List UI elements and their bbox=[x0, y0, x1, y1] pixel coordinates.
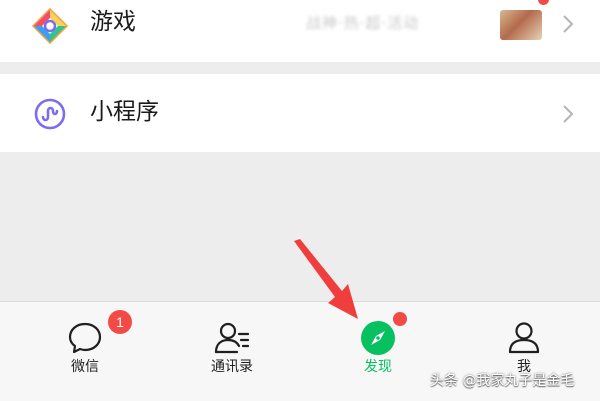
promo-text: 战神·热·超·活动 bbox=[306, 14, 420, 32]
chat-bubble-icon bbox=[68, 322, 102, 354]
list-item-mini-programs[interactable]: 小程序 bbox=[0, 74, 600, 152]
list-item-label: 小程序 bbox=[90, 99, 159, 125]
chevron-right-icon bbox=[563, 15, 574, 33]
games-icon bbox=[32, 8, 68, 44]
mini-program-icon bbox=[34, 98, 66, 130]
notification-dot bbox=[538, 0, 549, 5]
tab-label: 通讯录 bbox=[211, 359, 253, 375]
chevron-right-icon bbox=[563, 105, 574, 123]
tab-chats[interactable]: 1 微信 bbox=[10, 302, 160, 401]
tab-label: 微信 bbox=[71, 359, 99, 375]
list-item-games[interactable]: 游戏 战神·热·超·活动 bbox=[0, 0, 600, 62]
list-item-label: 游戏 bbox=[90, 9, 136, 35]
annotation-arrow-icon bbox=[294, 239, 358, 319]
person-icon bbox=[508, 322, 540, 354]
watermark: 头条 @我家丸子是金毛 bbox=[430, 373, 575, 389]
promo-thumbnail bbox=[500, 10, 542, 40]
notification-dot bbox=[393, 312, 407, 326]
unread-badge: 1 bbox=[108, 310, 132, 334]
contacts-icon bbox=[214, 322, 250, 354]
